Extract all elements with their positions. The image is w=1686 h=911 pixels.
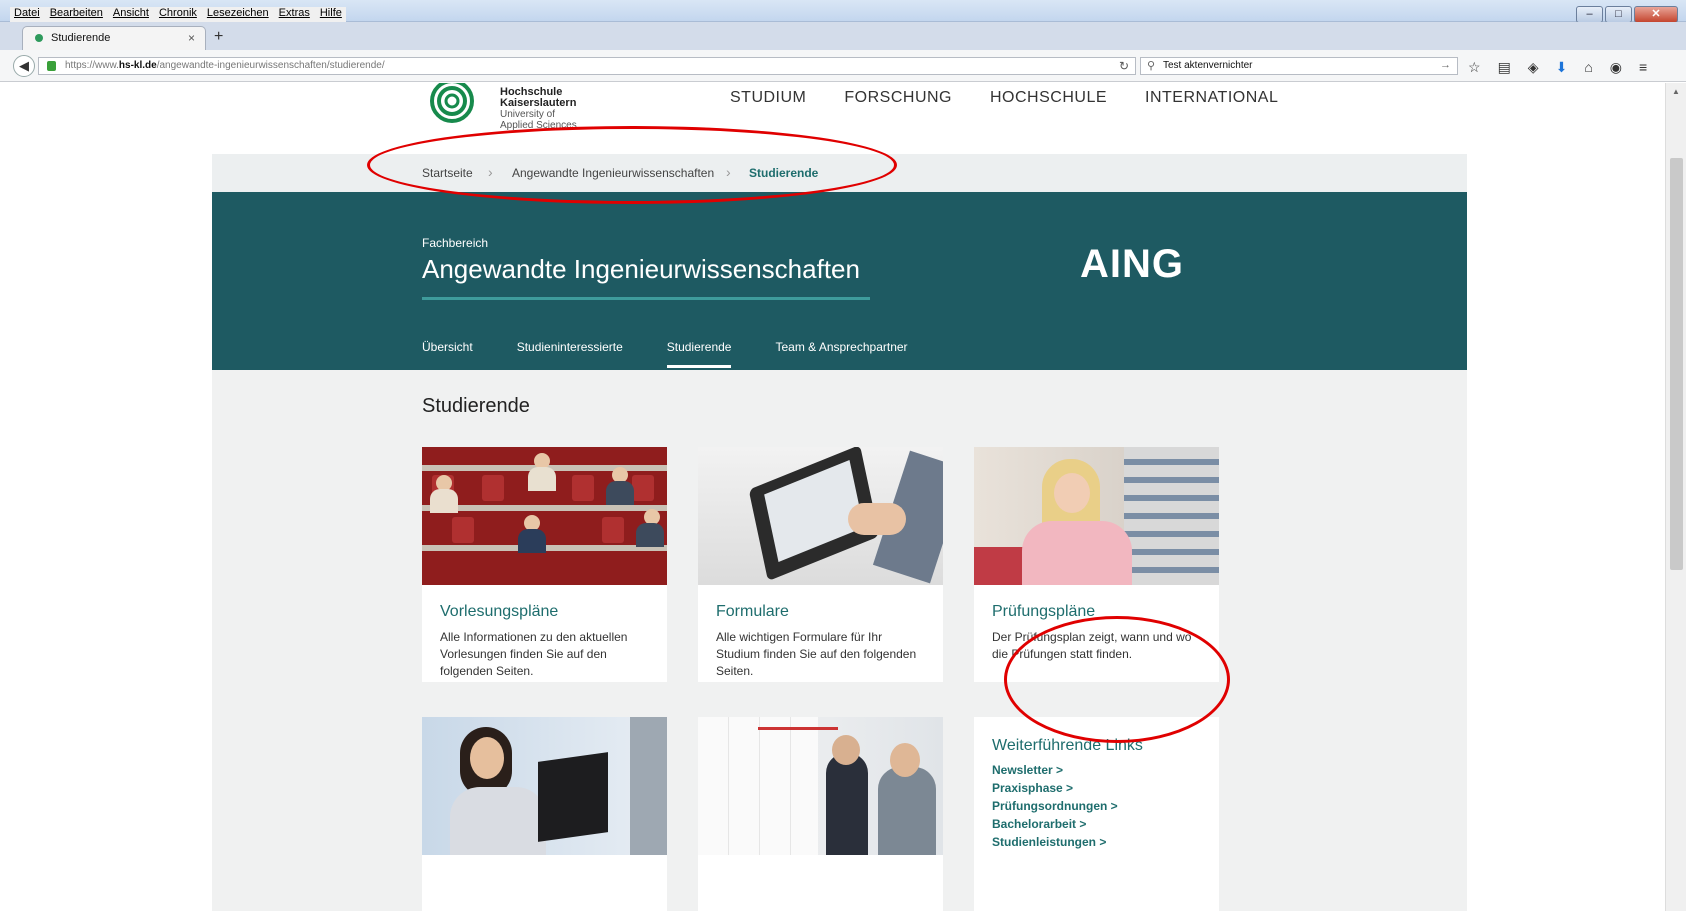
url-bar[interactable]: https://www.hs-kl.de/angewandte-ingenieu… [38,57,1136,75]
subnav-team[interactable]: Team & Ansprechpartner [775,340,907,368]
logo-line-4: Applied Sciences [500,120,577,131]
card-text: Alle wichtigen Formulare für Ihr Studium… [716,630,917,678]
search-input[interactable]: ⚲ Test aktenvernichter → [1140,57,1458,75]
link-bachelorarbeit[interactable]: Bachelorarbeit > [992,815,1219,833]
page-viewport: Hochschule Kaiserslautern University of … [10,83,1665,911]
card-title[interactable]: Prüfungspläne [992,603,1219,621]
breadcrumb-current: Studierende [749,166,819,180]
maximize-icon[interactable]: □ [1605,6,1632,23]
pocket-icon[interactable]: ◈ [1528,59,1539,76]
breadcrumb-separator-icon: › [726,164,731,180]
hero-kicker: Fachbereich [422,236,489,250]
toolbar-icons: ☆ ▤ ◈ ⬇ ⌂ ◉ ≡ [1468,59,1647,76]
logo-line-3: University of [500,109,556,120]
link-praxisphase[interactable]: Praxisphase > [992,779,1219,797]
card-image-computer[interactable] [422,717,667,911]
tab-strip: Studierende × + [0,22,1686,50]
reading-list-icon[interactable]: ▤ [1498,59,1511,76]
further-links-card: Weiterführende Links Newsletter > Praxis… [974,717,1219,911]
card-image-whiteboard[interactable] [698,717,943,911]
section-title: Studierende [422,395,530,417]
tab-studierende[interactable]: Studierende × [22,26,206,50]
links-list: Newsletter > Praxisphase > Prüfungsordnu… [992,761,1219,851]
url-host: hs-kl.de [118,60,157,71]
logo-line-2: Kaiserslautern [500,97,577,109]
tablet-image [698,447,943,585]
hero-underline [422,297,870,300]
card-vorlesungsplaene[interactable]: Vorlesungspläne Alle Informationen zu de… [422,447,667,682]
reload-icon[interactable]: ↻ [1119,59,1129,73]
download-icon[interactable]: ⬇ [1556,59,1568,76]
hero-abbreviation: AING [1080,242,1184,286]
whiteboard-image [698,717,943,855]
window-controls: – □ ✕ [1576,6,1678,23]
department-hero: Fachbereich Angewandte Ingenieurwissensc… [212,192,1467,370]
subnav-studieninteressierte[interactable]: Studieninteressierte [517,340,623,368]
menu-bar: Datei Bearbeiten Ansicht Chronik Lesezei… [10,7,346,23]
nav-forschung[interactable]: FORSCHUNG [844,89,952,107]
department-subnav: Übersicht Studieninteressierte Studieren… [422,340,952,368]
card-title[interactable]: Vorlesungspläne [440,603,667,621]
main-navigation: STUDIUM FORSCHUNG HOCHSCHULE INTERNATION… [730,89,1278,107]
lock-icon [47,61,56,71]
new-tab-button[interactable]: + [214,28,223,46]
card-pruefungsplaene[interactable]: Prüfungspläne Der Prüfungsplan zeigt, wa… [974,447,1219,682]
menu-extras[interactable]: Extras [279,7,310,23]
scroll-up-icon[interactable]: ▲ [1672,87,1680,96]
chat-icon[interactable]: ◉ [1610,59,1622,76]
breadcrumb-aing[interactable]: Angewandte Ingenieurwissenschaften [512,166,714,180]
site-container: Hochschule Kaiserslautern University of … [212,83,1467,911]
search-value: Test aktenvernichter [1163,60,1253,71]
card-title[interactable]: Formulare [716,603,943,621]
logo-text: Hochschule Kaiserslautern University of … [500,87,577,132]
url-prefix: https://www. [65,60,119,71]
breadcrumb: Startseite › Angewandte Ingenieurwissens… [212,154,1467,192]
subnav-studierende[interactable]: Studierende [666,340,732,368]
links-title: Weiterführende Links [992,737,1143,754]
page-scrollbar[interactable]: ▲ [1665,83,1686,911]
bookmark-star-icon[interactable]: ☆ [1468,59,1481,76]
breadcrumb-separator-icon: › [488,164,493,180]
menu-lesezeichen[interactable]: Lesezeichen [207,7,269,23]
logo-rings-icon [430,83,474,123]
tab-title: Studierende [51,32,111,44]
close-window-icon[interactable]: ✕ [1634,6,1678,23]
favicon-icon [35,34,43,42]
card-text: Alle Informationen zu den aktuellen Vorl… [440,630,628,678]
nav-international[interactable]: INTERNATIONAL [1145,89,1278,107]
menu-hilfe[interactable]: Hilfe [320,7,342,23]
hamburger-menu-icon[interactable]: ≡ [1639,59,1647,76]
navigation-bar: ◀ https://www.hs-kl.de/angewandte-ingeni… [0,50,1686,82]
card-text: Der Prüfungsplan zeigt, wann und wo die … [992,630,1192,661]
card-formulare[interactable]: Formulare Alle wichtigen Formulare für I… [698,447,943,682]
menu-ansicht[interactable]: Ansicht [113,7,149,23]
breadcrumb-startseite[interactable]: Startseite [422,166,473,180]
scrollbar-thumb[interactable] [1670,158,1683,570]
url-path: /angewandte-ingenieurwissenschaften/stud… [156,60,385,71]
subnav-uebersicht[interactable]: Übersicht [422,340,473,368]
link-pruefungsordnungen[interactable]: Prüfungsordnungen > [992,797,1219,815]
back-arrow-icon[interactable]: ◀ [13,55,35,77]
minimize-icon[interactable]: – [1576,6,1603,23]
lecture-hall-image [422,447,667,585]
nav-studium[interactable]: STUDIUM [730,89,806,107]
computer-student-image [422,717,667,855]
site-header: Hochschule Kaiserslautern University of … [212,83,1467,154]
exam-student-image [974,447,1219,585]
link-studienleistungen[interactable]: Studienleistungen > [992,833,1219,851]
link-newsletter[interactable]: Newsletter > [992,761,1219,779]
menu-bearbeiten[interactable]: Bearbeiten [50,7,103,23]
tab-close-icon[interactable]: × [188,31,195,45]
home-icon[interactable]: ⌂ [1584,59,1592,76]
search-icon: ⚲ [1147,60,1156,72]
nav-hochschule[interactable]: HOCHSCHULE [990,89,1107,107]
menu-chronik[interactable]: Chronik [159,7,197,23]
menu-datei[interactable]: Datei [14,7,40,23]
search-go-icon[interactable]: → [1440,59,1451,71]
hero-title: Angewandte Ingenieurwissenschaften [422,254,860,284]
